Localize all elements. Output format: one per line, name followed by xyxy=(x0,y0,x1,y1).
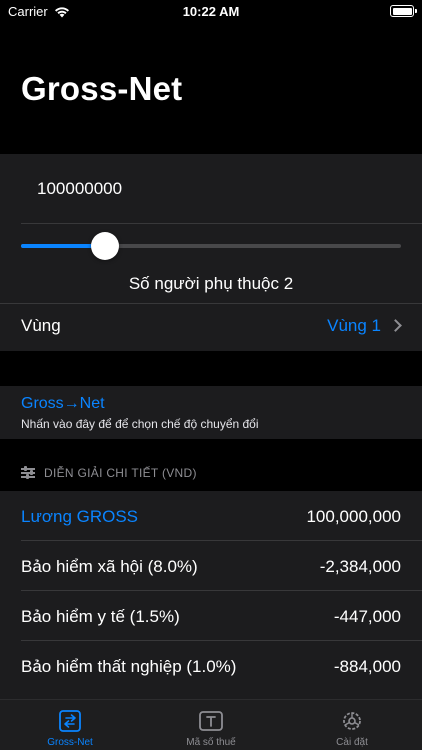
battery-icon xyxy=(390,5,417,17)
page-title: Gross-Net xyxy=(21,70,183,107)
tab-label: Gross-Net xyxy=(47,737,93,748)
status-bar: Carrier 10:22 AM xyxy=(0,0,422,24)
row-value: 100,000,000 xyxy=(306,507,401,526)
breakdown-section-header: DIỄN GIẢI CHI TIẾT (VND) xyxy=(21,466,197,480)
chevron-right-icon xyxy=(389,319,402,332)
conversion-mode-button[interactable]: Gross→Net Nhấn vào đây để để chọn chế độ… xyxy=(0,386,422,439)
status-time: 10:22 AM xyxy=(182,4,240,19)
salary-input[interactable] xyxy=(37,176,397,202)
divider xyxy=(0,303,422,304)
region-label: Vùng xyxy=(21,316,61,335)
salary-row xyxy=(0,154,422,224)
breakdown-row-health-insurance[interactable]: Bảo hiểm y tế (1.5%) -447,000 xyxy=(0,591,422,641)
mode-subtitle: Nhấn vào đây để để chọn chế độ chuyển đổ… xyxy=(21,417,259,431)
row-label: Bảo hiểm thất nghiệp (1.0%) xyxy=(21,657,237,676)
breakdown-header-label: DIỄN GIẢI CHI TIẾT (VND) xyxy=(44,466,197,480)
breakdown-row-gross[interactable]: Lương GROSS 100,000,000 xyxy=(0,491,422,541)
row-value: -884,000 xyxy=(333,657,401,676)
sliders-icon xyxy=(21,466,35,479)
dependents-label: Số người phụ thuộc 2 xyxy=(128,274,294,293)
dependents-slider[interactable] xyxy=(21,232,401,260)
tab-label: Cài đặt xyxy=(336,737,368,748)
region-row[interactable]: Vùng Vùng 1 xyxy=(0,303,422,349)
divider xyxy=(21,223,422,224)
breakdown-row-unemployment-insurance[interactable]: Bảo hiểm thất nghiệp (1.0%) -884,000 xyxy=(0,641,422,691)
row-value: -447,000 xyxy=(333,607,401,626)
breakdown-list: Lương GROSS 100,000,000 Bảo hiểm xã hội … xyxy=(0,491,422,706)
tab-gross-net[interactable]: Gross-Net xyxy=(0,700,140,750)
mode-title[interactable]: Gross→Net xyxy=(21,395,105,413)
row-value: -2,384,000 xyxy=(319,557,401,576)
tab-tax-code[interactable]: Mã số thuế xyxy=(141,700,281,750)
row-label: Bảo hiểm xã hội (8.0%) xyxy=(21,557,198,576)
swap-icon xyxy=(59,710,81,732)
tab-label: Mã số thuế xyxy=(186,737,236,748)
tab-settings[interactable]: Cài đặt xyxy=(282,700,422,750)
tab-bar: Gross-Net Mã số thuế Cài đặt xyxy=(0,699,422,750)
app-screen: Carrier 10:22 AM Gross-Net Số người phụ … xyxy=(0,0,422,750)
breakdown-row-social-insurance[interactable]: Bảo hiểm xã hội (8.0%) -2,384,000 xyxy=(0,541,422,591)
region-value[interactable]: Vùng 1 xyxy=(327,316,381,336)
settings-gear-icon xyxy=(343,712,361,730)
tax-code-icon xyxy=(199,711,223,731)
slider-thumb[interactable] xyxy=(91,232,119,260)
row-label: Lương GROSS xyxy=(21,507,139,526)
row-label: Bảo hiểm y tế (1.5%) xyxy=(21,607,180,626)
